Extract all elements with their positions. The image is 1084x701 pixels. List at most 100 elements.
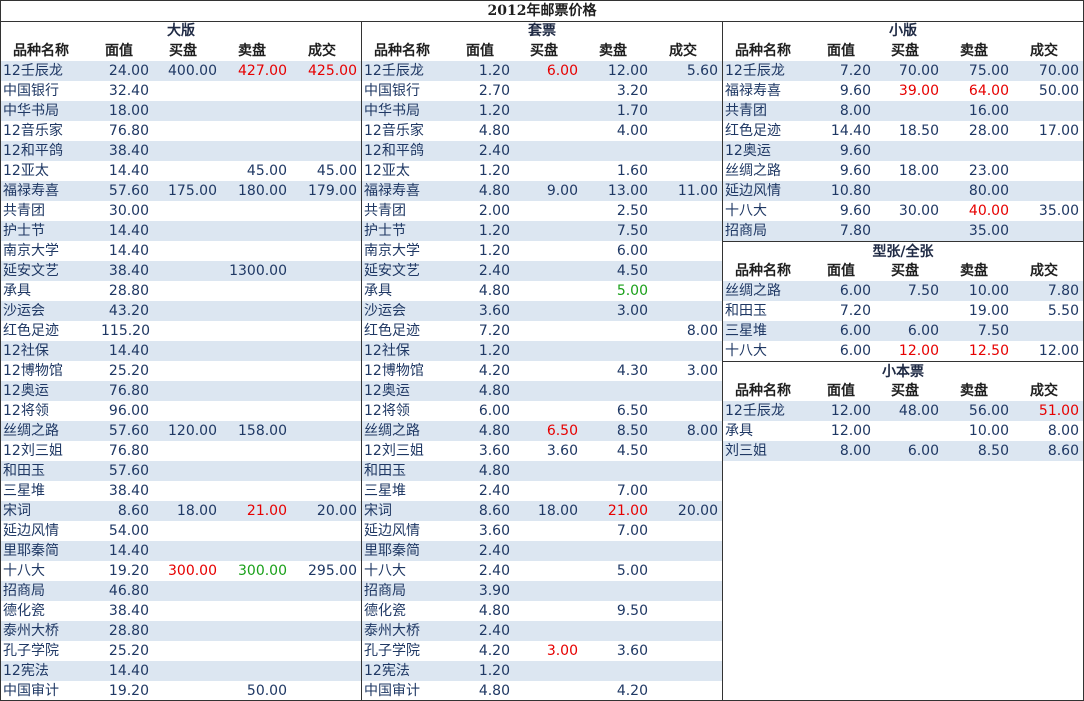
table-row: 红色足迹 115.20	[1, 321, 361, 341]
cell-ask	[578, 141, 648, 161]
cell-bid	[510, 681, 578, 701]
cell-deal	[287, 221, 357, 241]
cell-ask	[217, 481, 287, 501]
cell-face: 54.00	[108, 523, 149, 539]
table-row: 承具 12.00 10.00 8.00	[723, 421, 1083, 441]
cell-name: 12亚太	[364, 163, 410, 179]
cell-bid	[149, 461, 217, 481]
cell-name: 里耶秦简	[364, 543, 420, 559]
cell-name: 承具	[3, 283, 31, 299]
cell-name: 里耶秦简	[3, 543, 59, 559]
cell-name: 孔子学院	[364, 643, 420, 659]
cell-bid: 18.50	[898, 123, 939, 139]
cell-ask	[939, 141, 1009, 161]
table-row: 12博物馆 4.20 4.30 3.00	[362, 361, 722, 381]
table-row: 红色足迹 14.40 18.50 28.00 17.00	[723, 121, 1083, 141]
table-row: 12刘三姐 76.80	[1, 441, 361, 461]
cell-ask: 8.50	[616, 423, 648, 439]
cell-deal	[287, 261, 357, 281]
cell-deal	[648, 461, 718, 481]
cell-name: 承具	[364, 283, 392, 299]
cell-name: 福禄寿喜	[3, 183, 59, 199]
cell-deal: 179.00	[308, 183, 357, 199]
cell-bid	[149, 201, 217, 221]
table-row: 十八大 6.00 12.00 12.50 12.00	[723, 341, 1083, 361]
cell-deal	[1009, 181, 1079, 201]
cell-bid: 18.00	[537, 503, 578, 519]
cell-bid: 7.50	[907, 283, 939, 299]
cell-deal: 8.00	[1047, 423, 1079, 439]
cell-face: 2.70	[478, 83, 510, 99]
cell-deal	[648, 681, 718, 701]
cell-face: 4.20	[478, 363, 510, 379]
cell-ask	[217, 401, 287, 421]
cell-deal	[648, 641, 718, 661]
cell-ask	[217, 341, 287, 361]
cell-face: 14.40	[108, 223, 149, 239]
cell-face: 96.00	[108, 403, 149, 419]
cell-deal	[648, 601, 718, 621]
cell-name: 德化瓷	[3, 603, 45, 619]
cell-deal: 51.00	[1038, 403, 1079, 419]
cell-ask	[217, 521, 287, 541]
cell-bid	[510, 101, 578, 121]
table-row: 中国银行 32.40	[1, 81, 361, 101]
cell-ask	[217, 461, 287, 481]
cell-deal: 5.50	[1047, 303, 1079, 319]
cell-name: 延安文艺	[3, 263, 59, 279]
table-row: 里耶秦简 2.40	[362, 541, 722, 561]
cell-name: 承具	[725, 423, 753, 439]
cell-name: 12壬辰龙	[3, 63, 63, 79]
cell-face: 25.20	[108, 643, 149, 659]
cell-ask: 7.50	[616, 223, 648, 239]
cell-ask	[217, 141, 287, 161]
column-header-bid: 买盘	[891, 383, 919, 399]
cell-ask: 21.00	[246, 503, 287, 519]
cell-name: 12奥运	[364, 383, 410, 399]
cell-deal	[648, 281, 718, 301]
cell-ask	[217, 221, 287, 241]
column-header-ask: 卖盘	[599, 43, 627, 59]
cell-ask: 45.00	[246, 163, 287, 179]
column-header-ask: 卖盘	[960, 263, 988, 279]
cell-face: 6.00	[478, 403, 510, 419]
cell-ask	[217, 201, 287, 221]
cell-bid	[510, 481, 578, 501]
cell-deal	[1009, 141, 1079, 161]
table-row: 三星堆 38.40	[1, 481, 361, 501]
cell-name: 12和平鸽	[3, 143, 63, 159]
cell-ask: 16.00	[968, 103, 1009, 119]
cell-ask	[217, 661, 287, 681]
cell-face: 7.20	[839, 63, 871, 79]
cell-bid	[510, 621, 578, 641]
cell-bid: 9.00	[546, 183, 578, 199]
cell-ask: 56.00	[968, 403, 1009, 419]
cell-name: 12博物馆	[3, 363, 63, 379]
cell-bid: 6.00	[546, 63, 578, 79]
cell-name: 共青团	[725, 103, 767, 119]
table-row: 红色足迹 7.20 8.00	[362, 321, 722, 341]
table-row: 福禄寿喜 9.60 39.00 64.00 50.00	[723, 81, 1083, 101]
cell-deal	[287, 621, 357, 641]
cell-bid: 70.00	[898, 63, 939, 79]
cell-name: 丝绸之路	[725, 283, 781, 299]
cell-deal	[287, 321, 357, 341]
cell-name: 12奥运	[3, 383, 49, 399]
table-row: 延边风情 10.80 80.00	[723, 181, 1083, 201]
cell-deal: 17.00	[1038, 123, 1079, 139]
cell-ask	[217, 241, 287, 261]
cell-ask: 4.00	[616, 123, 648, 139]
cell-ask: 7.50	[977, 323, 1009, 339]
cell-face: 3.60	[478, 303, 510, 319]
table-row: 承具 28.80	[1, 281, 361, 301]
cell-deal	[287, 681, 357, 701]
cell-ask: 10.00	[968, 283, 1009, 299]
column-header-bid: 买盘	[169, 43, 197, 59]
cell-deal	[287, 101, 357, 121]
section-title: 型张/全张	[723, 241, 1083, 262]
column-header-name: 品种名称	[13, 43, 69, 59]
cell-ask	[217, 621, 287, 641]
cell-ask: 40.00	[968, 203, 1009, 219]
cell-name: 12壬辰龙	[725, 403, 785, 419]
cell-bid	[510, 401, 578, 421]
